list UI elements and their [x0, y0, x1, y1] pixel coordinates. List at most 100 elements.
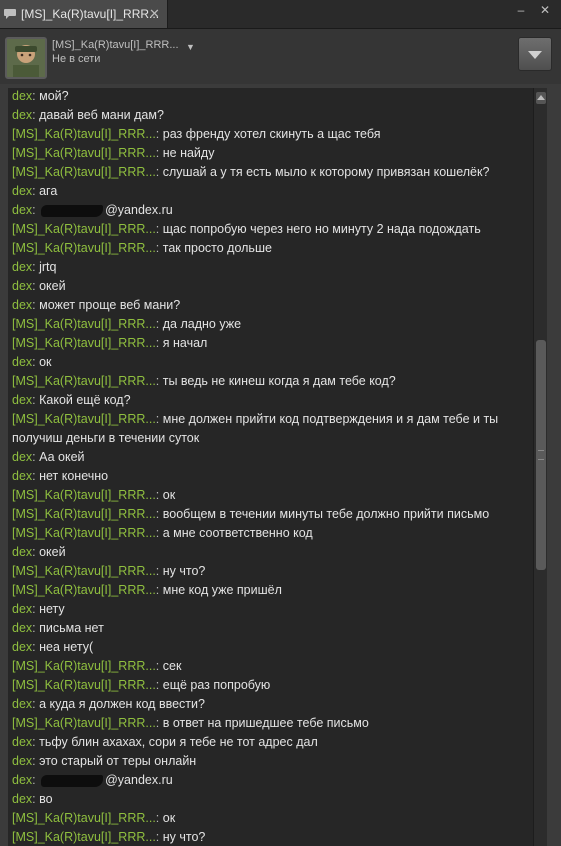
chat-message: [MS]_Ka(R)tavu[I]_RRR...: ты ведь не кин… — [12, 372, 517, 391]
tab-close-icon[interactable]: ✕ — [148, 7, 161, 20]
chat-tab[interactable]: [MS]_Ka(R)tavu[I]_RRR... ✕ — [0, 0, 168, 28]
chat-message: dex: давай веб мани дам? — [12, 106, 517, 125]
message-sender[interactable]: dex — [12, 108, 32, 122]
chat-message: [MS]_Ka(R)tavu[I]_RRR...: в ответ на при… — [12, 714, 517, 733]
message-sender[interactable]: dex — [12, 621, 32, 635]
chat-message: dex: ок — [12, 353, 517, 372]
chat-message: [MS]_Ka(R)tavu[I]_RRR...: ещё раз попроб… — [12, 676, 517, 695]
message-sender[interactable]: dex — [12, 89, 32, 103]
sender-separator: : — [155, 374, 163, 388]
message-sender[interactable]: [MS]_Ka(R)tavu[I]_RRR... — [12, 165, 156, 179]
message-sender[interactable]: dex — [12, 773, 32, 787]
message-sender[interactable]: [MS]_Ka(R)tavu[I]_RRR... — [12, 317, 156, 331]
chat-message: dex: а куда я должен код ввести? — [12, 695, 517, 714]
message-sender[interactable]: dex — [12, 450, 32, 464]
message-sender[interactable]: dex — [12, 754, 32, 768]
sender-separator: : — [155, 830, 163, 844]
message-sender[interactable]: dex — [12, 697, 32, 711]
message-text: сек — [162, 659, 182, 673]
message-sender[interactable]: dex — [12, 393, 32, 407]
message-text: во — [39, 792, 53, 806]
message-sender[interactable]: [MS]_Ka(R)tavu[I]_RRR... — [12, 507, 156, 521]
message-text: слушай а у тя есть мыло к которому привя… — [162, 165, 490, 179]
message-sender[interactable]: [MS]_Ka(R)tavu[I]_RRR... — [12, 412, 156, 426]
message-sender[interactable]: [MS]_Ka(R)tavu[I]_RRR... — [12, 659, 156, 673]
chevron-down-icon — [528, 51, 542, 59]
message-sender[interactable]: dex — [12, 469, 32, 483]
scrollbar[interactable] — [533, 88, 548, 846]
chat-message: dex: нет конечно — [12, 467, 517, 486]
message-sender[interactable]: dex — [12, 355, 32, 369]
message-text: ага — [39, 184, 58, 198]
chat-message: [MS]_Ka(R)tavu[I]_RRR...: так просто дол… — [12, 239, 517, 258]
minimize-icon[interactable]: – — [514, 3, 528, 17]
message-sender[interactable]: dex — [12, 640, 32, 654]
message-sender[interactable]: dex — [12, 735, 32, 749]
message-text: ты ведь не кинеш когда я дам тебе код? — [162, 374, 396, 388]
message-sender[interactable]: dex — [12, 260, 32, 274]
message-sender[interactable]: [MS]_Ka(R)tavu[I]_RRR... — [12, 583, 156, 597]
message-sender[interactable]: dex — [12, 298, 32, 312]
message-text: неа нету( — [39, 640, 94, 654]
message-sender[interactable]: [MS]_Ka(R)tavu[I]_RRR... — [12, 127, 156, 141]
message-sender[interactable]: dex — [12, 792, 32, 806]
chat-message: dex: ага — [12, 182, 517, 201]
message-sender[interactable]: [MS]_Ka(R)tavu[I]_RRR... — [12, 716, 156, 730]
sender-separator: : — [155, 678, 163, 692]
chat-message: dex: письма нет — [12, 619, 517, 638]
message-text: окей — [39, 279, 66, 293]
message-sender[interactable]: dex — [12, 602, 32, 616]
message-sender[interactable]: [MS]_Ka(R)tavu[I]_RRR... — [12, 811, 156, 825]
message-sender[interactable]: dex — [12, 184, 32, 198]
message-sender[interactable]: dex — [12, 203, 32, 217]
message-text: раз френду хотел скинуть а щас тебя — [162, 127, 381, 141]
chat-message: dex: может проще веб мани? — [12, 296, 517, 315]
chat-message: dex: это старый от теры онлайн — [12, 752, 517, 771]
message-sender[interactable]: [MS]_Ka(R)tavu[I]_RRR... — [12, 526, 156, 540]
message-sender[interactable]: [MS]_Ka(R)tavu[I]_RRR... — [12, 146, 156, 160]
message-sender[interactable]: [MS]_Ka(R)tavu[I]_RRR... — [12, 374, 156, 388]
message-sender[interactable]: [MS]_Ka(R)tavu[I]_RRR... — [12, 222, 156, 236]
message-text: jrtq — [39, 260, 57, 274]
scroll-thumb[interactable] — [536, 340, 546, 570]
message-text: нету — [39, 602, 65, 616]
chat-log[interactable]: dex: мой? dex: давай веб мани дам? [MS]_Ka… — [8, 88, 533, 846]
avatar[interactable] — [5, 37, 47, 79]
chat-menu-button[interactable] — [518, 37, 552, 71]
message-text: @yandex.ru — [105, 203, 173, 217]
message-text: нет конечно — [39, 469, 109, 483]
message-sender[interactable]: [MS]_Ka(R)tavu[I]_RRR... — [12, 488, 156, 502]
scroll-down-button[interactable] — [536, 834, 546, 846]
message-sender[interactable]: dex — [12, 279, 32, 293]
message-sender[interactable]: [MS]_Ka(R)tavu[I]_RRR... — [12, 830, 156, 844]
message-sender[interactable]: [MS]_Ka(R)tavu[I]_RRR... — [12, 336, 156, 350]
message-text: может проще веб мани? — [39, 298, 181, 312]
sender-separator: : — [155, 659, 163, 673]
message-text: а мне соответственно код — [162, 526, 313, 540]
chat-message: dex: нету — [12, 600, 517, 619]
name-dropdown-icon[interactable]: ▼ — [186, 42, 195, 52]
chat-message: [MS]_Ka(R)tavu[I]_RRR...: щас попробую ч… — [12, 220, 517, 239]
close-window-icon[interactable]: ✕ — [538, 3, 552, 17]
message-sender[interactable]: dex — [12, 545, 32, 559]
message-text: не найду — [162, 146, 215, 160]
sender-separator: : — [155, 127, 163, 141]
chat-message: dex: неа нету( — [12, 638, 517, 657]
chat-message: [MS]_Ka(R)tavu[I]_RRR...: да ладно уже — [12, 315, 517, 334]
scroll-up-button[interactable] — [536, 92, 546, 104]
chat-message: dex: окей — [12, 543, 517, 562]
message-sender[interactable]: [MS]_Ka(R)tavu[I]_RRR... — [12, 564, 156, 578]
message-text: так просто дольше — [162, 241, 272, 255]
chat-message: dex: jrtq — [12, 258, 517, 277]
message-sender[interactable]: [MS]_Ka(R)tavu[I]_RRR... — [12, 241, 156, 255]
sender-separator: : — [155, 716, 163, 730]
sender-separator: : — [155, 583, 163, 597]
message-text: это старый от теры онлайн — [39, 754, 197, 768]
chat-message: dex: во — [12, 790, 517, 809]
message-sender[interactable]: [MS]_Ka(R)tavu[I]_RRR... — [12, 678, 156, 692]
redacted-email-scribble — [41, 774, 104, 787]
sender-separator: : — [32, 203, 40, 217]
message-text: тьфу блин ахахах, сори я тебе не тот адр… — [39, 735, 318, 749]
chat-message: [MS]_Ka(R)tavu[I]_RRR...: ну что? — [12, 828, 517, 846]
contact-name[interactable]: [MS]_Ka(R)tavu[I]_RRR... — [52, 39, 179, 51]
